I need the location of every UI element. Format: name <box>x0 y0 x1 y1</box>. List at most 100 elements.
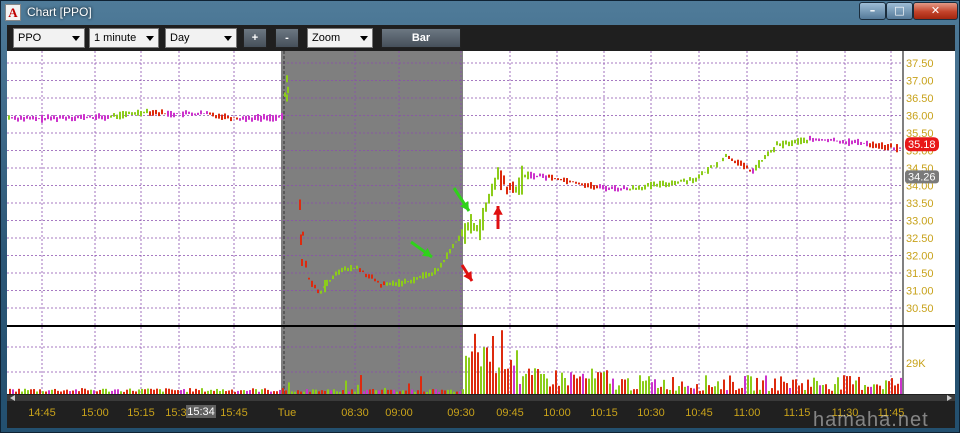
zoom-in-button[interactable]: + <box>243 28 267 48</box>
volume-bar <box>738 388 740 394</box>
volume-bar <box>378 390 380 394</box>
time-axis-label: 09:00 <box>385 407 413 419</box>
volume-bar <box>309 391 311 394</box>
maximize-button[interactable]: □ <box>886 2 913 20</box>
volume-bar <box>597 372 599 394</box>
symbol-select[interactable]: PPO <box>13 28 85 48</box>
volume-bar <box>171 389 173 394</box>
bar-type-button[interactable]: Bar <box>381 28 461 48</box>
volume-axis-label: 29K <box>906 358 926 370</box>
volume-bar <box>720 389 722 394</box>
volume-bar <box>504 369 506 394</box>
volume-bar <box>222 389 224 394</box>
volume-bar <box>324 390 326 394</box>
volume-bar <box>768 390 770 394</box>
volume-bar <box>654 379 656 394</box>
volume-bar <box>429 389 431 394</box>
interval-select[interactable]: 1 minute <box>89 28 159 48</box>
volume-bar <box>39 389 41 394</box>
chart-canvas[interactable]: 37.5037.0036.5036.0035.5035.0034.5034.00… <box>7 51 955 428</box>
volume-bar <box>333 389 335 394</box>
volume-bar <box>438 391 440 394</box>
volume-bar <box>801 383 803 394</box>
volume-bar <box>510 359 512 394</box>
volume-bar <box>507 368 509 394</box>
volume-bar <box>825 384 827 394</box>
volume-bar <box>450 389 452 394</box>
volume-bar <box>447 389 449 394</box>
volume-bar <box>231 389 233 394</box>
volume-bar <box>12 389 14 394</box>
volume-bar <box>669 389 671 394</box>
price-chart[interactable]: 37.50 37.00 36.50 36.00 35.50 35.00 34.50 34.00… <box>7 51 955 428</box>
volume-bar <box>111 390 113 394</box>
volume-bar <box>723 379 725 394</box>
volume-bar <box>153 389 155 394</box>
volume-bar <box>129 388 131 394</box>
price-axis-label: 33.50 <box>906 198 934 210</box>
volume-bar <box>699 390 701 394</box>
volume-bar <box>330 390 332 394</box>
volume-bar <box>561 372 563 394</box>
time-axis-label: Tue <box>278 407 297 419</box>
volume-bar <box>372 389 374 394</box>
volume-bar <box>120 391 122 394</box>
volume-bar <box>852 384 854 394</box>
volume-bar <box>426 391 428 394</box>
volume-bar <box>273 391 275 394</box>
minimize-button[interactable]: – <box>859 2 886 20</box>
volume-bar <box>276 391 278 394</box>
volume-bar <box>177 390 179 394</box>
volume-bar <box>261 389 263 394</box>
volume-bar <box>216 388 218 394</box>
volume-bar <box>417 390 419 394</box>
volume-bar <box>861 389 863 394</box>
price-axis-label: 30.50 <box>906 303 934 315</box>
volume-bar <box>357 384 359 394</box>
volume-bar <box>69 391 71 394</box>
volume-bar <box>114 389 116 394</box>
volume-bar <box>858 376 860 394</box>
volume-bar <box>462 389 464 394</box>
volume-bar <box>585 378 587 394</box>
volume-bar <box>555 370 557 394</box>
volume-bar <box>441 389 443 394</box>
volume-bar <box>132 390 134 394</box>
zoom-out-button[interactable]: - <box>275 28 299 48</box>
price-axis-label: 36.50 <box>906 93 934 105</box>
zoom-select[interactable]: Zoom <box>307 28 373 48</box>
volume-bar <box>390 389 392 394</box>
volume-bar <box>192 391 194 394</box>
volume-bar <box>240 390 242 394</box>
volume-bar <box>405 390 407 394</box>
time-axis-label: 15:00 <box>81 407 109 419</box>
volume-bar <box>843 375 845 394</box>
volume-bar <box>879 385 881 394</box>
volume-bar <box>705 375 707 394</box>
volume-bar <box>762 380 764 394</box>
price-axis-label: 32.00 <box>906 251 934 263</box>
volume-bar <box>840 389 842 394</box>
volume-bar <box>726 390 728 394</box>
volume-bar <box>795 379 797 394</box>
volume-bar <box>873 384 875 394</box>
volume-bar <box>342 390 344 394</box>
volume-bar <box>174 390 176 394</box>
volume-bar <box>360 375 362 394</box>
volume-bar <box>657 387 659 394</box>
volume-bar <box>369 389 371 394</box>
volume-bar <box>765 375 767 394</box>
volume-bar <box>804 389 806 394</box>
volume-bar <box>837 377 839 394</box>
volume-bar <box>516 350 518 394</box>
volume-bar <box>162 391 164 394</box>
title-bar[interactable]: A Chart [PPO] – □ ✕ <box>1 1 960 25</box>
period-select[interactable]: Day <box>165 28 237 48</box>
volume-bar <box>792 379 794 394</box>
close-button[interactable]: ✕ <box>913 2 958 20</box>
time-axis-label: 10:45 <box>685 407 713 419</box>
symbol-value: PPO <box>18 32 42 44</box>
volume-bar <box>264 388 266 394</box>
volume-bar <box>687 385 689 394</box>
volume-bar <box>552 384 554 394</box>
